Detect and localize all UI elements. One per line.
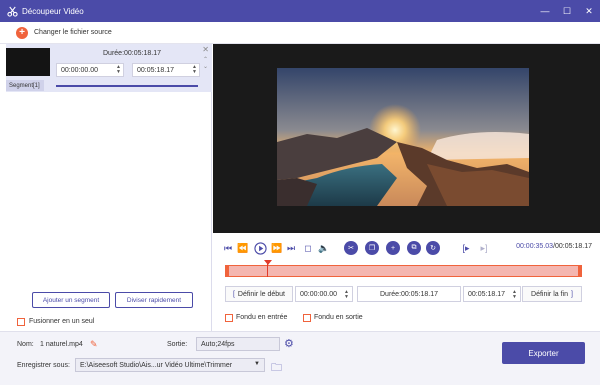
set-end-icon[interactable]: ▸] xyxy=(478,240,490,256)
move-down-icon[interactable]: ⌄ xyxy=(203,63,208,70)
scissors-logo-icon xyxy=(6,5,18,17)
save-path-field[interactable]: E:\Aiseesoft Studio\Ais...ur Vidéo Ultim… xyxy=(75,358,265,372)
timeline-start-handle[interactable] xyxy=(226,265,229,277)
timeline-track[interactable] xyxy=(225,260,582,277)
segment-end-field[interactable]: 00:05:18.17 ▲ ▼ xyxy=(132,63,200,77)
spin-arrows-icon[interactable]: ▲ ▼ xyxy=(344,290,349,300)
total-time: 00:05:18.17 xyxy=(555,243,592,250)
source-bar: + Changer le fichier source xyxy=(0,22,600,44)
output-format-value: Auto;24fps xyxy=(201,340,235,348)
fade-in-label: Fondu en entrée xyxy=(236,314,288,321)
segment-thumbnail xyxy=(6,48,50,76)
spin-arrows-icon[interactable]: ▲ ▼ xyxy=(192,65,197,75)
define-start-value: 00:00:00.00 xyxy=(300,290,337,298)
name-label: Nom: xyxy=(17,341,34,348)
output-label: Sortie: xyxy=(167,341,188,348)
playhead-line[interactable] xyxy=(267,261,268,277)
close-icon[interactable]: ✕ xyxy=(578,0,600,22)
segment-panel: Durée:00:05:18.17 ✕ ⌃ ⌄ 00:00:00.00 ▲ ▼ 0… xyxy=(0,44,212,331)
save-path-value: E:\Aiseesoft Studio\Ais...ur Vidéo Ultim… xyxy=(80,361,233,369)
move-up-icon[interactable]: ⌃ xyxy=(203,56,208,63)
current-time: 00:00:35.03 xyxy=(516,243,554,250)
define-start-label: Définir le début xyxy=(237,290,286,298)
define-start-field[interactable]: 00:00:00.00 ▲ ▼ xyxy=(295,286,353,302)
skip-start-icon[interactable]: ⏮ xyxy=(222,240,234,256)
maximize-icon[interactable]: ☐ xyxy=(556,0,578,22)
define-end-label: Définir la fin xyxy=(531,290,568,298)
add-segment-button[interactable]: Ajouter un segment xyxy=(32,292,110,308)
skip-end-icon[interactable]: ⏭ xyxy=(285,240,297,256)
reset-icon[interactable]: ↻ xyxy=(426,241,440,255)
change-source-link[interactable]: Changer le fichier source xyxy=(34,29,112,36)
fast-forward-icon[interactable]: ⏩ xyxy=(271,240,283,256)
segment-start-value: 00:00:00.00 xyxy=(61,66,98,74)
merge-checkbox[interactable] xyxy=(17,318,25,326)
playback-controls: ⏮ ⏪ ⏩ ⏭ ◻ 🔈 ✂ ❐ + ⧉ ↻ [▸ ▸] 00:00:35.03/… xyxy=(222,240,592,256)
copy-icon[interactable]: ❐ xyxy=(365,241,379,255)
minimize-icon[interactable]: — xyxy=(534,0,556,22)
name-value: 1 naturel.mp4 xyxy=(40,341,83,348)
settings-gear-icon[interactable]: ⚙ xyxy=(284,337,294,350)
playhead-marker[interactable] xyxy=(264,260,272,265)
stop-icon[interactable]: ◻ xyxy=(302,240,314,256)
export-button[interactable]: Exporter xyxy=(502,342,585,364)
rewind-icon[interactable]: ⏪ xyxy=(237,240,249,256)
edit-name-icon[interactable]: ✎ xyxy=(90,339,98,350)
spin-arrows-icon[interactable]: ▲ ▼ xyxy=(512,290,517,300)
clip-icon[interactable]: ✂ xyxy=(344,241,358,255)
define-end-button[interactable]: Définir la fin] xyxy=(522,286,582,302)
timeline-end-handle[interactable] xyxy=(578,265,581,277)
duplicate-icon[interactable]: ⧉ xyxy=(407,241,421,255)
video-preview xyxy=(213,44,600,233)
define-end-field[interactable]: 00:05:18.17 ▲ ▼ xyxy=(463,286,521,302)
segment-row[interactable]: Durée:00:05:18.17 ✕ ⌃ ⌄ 00:00:00.00 ▲ ▼ 0… xyxy=(6,44,212,92)
merge-label: Fusionner en un seul xyxy=(29,318,95,325)
define-start-button[interactable]: [Définir le début xyxy=(225,286,293,302)
fade-out-checkbox[interactable] xyxy=(303,314,311,322)
define-end-value: 00:05:18.17 xyxy=(468,290,505,298)
segment-end-value: 00:05:18.17 xyxy=(137,66,174,74)
title-bar: Découpeur Vidéo — ☐ ✕ xyxy=(0,0,600,22)
chevron-down-icon[interactable]: ▼ xyxy=(254,361,260,367)
segment-start-field[interactable]: 00:00:00.00 ▲ ▼ xyxy=(56,63,124,77)
video-frame xyxy=(277,68,529,206)
play-icon[interactable] xyxy=(253,240,267,256)
time-readout: 00:00:35.03/00:05:18.17 xyxy=(516,243,592,250)
segment-close-icon[interactable]: ✕ xyxy=(202,45,209,54)
segment-label: Segment[1] xyxy=(6,80,44,91)
set-start-icon[interactable]: [▸ xyxy=(460,240,472,256)
bottom-bar: Nom: 1 naturel.mp4 ✎ Sortie: Auto;24fps … xyxy=(0,331,600,385)
volume-icon[interactable]: 🔈 xyxy=(318,240,330,256)
save-as-label: Enregistrer sous: xyxy=(17,362,70,369)
define-row: [Définir le début 00:00:00.00 ▲ ▼ Durée:0… xyxy=(225,286,582,302)
window-title: Découpeur Vidéo xyxy=(22,6,84,16)
fade-out-label: Fondu en sortie xyxy=(314,314,363,321)
add-icon[interactable]: + xyxy=(386,241,400,255)
spin-arrows-icon[interactable]: ▲ ▼ xyxy=(116,65,121,75)
add-source-icon[interactable]: + xyxy=(16,26,28,39)
define-duration: Durée:00:05:18.17 xyxy=(357,286,461,302)
segment-range-bar xyxy=(56,85,198,87)
fade-in-checkbox[interactable] xyxy=(225,314,233,322)
segment-duration: Durée:00:05:18.17 xyxy=(103,50,161,57)
output-format-field[interactable]: Auto;24fps xyxy=(196,337,280,351)
fast-split-button[interactable]: Diviser rapidement xyxy=(115,292,193,308)
folder-icon[interactable]: 🗀 xyxy=(271,359,282,378)
